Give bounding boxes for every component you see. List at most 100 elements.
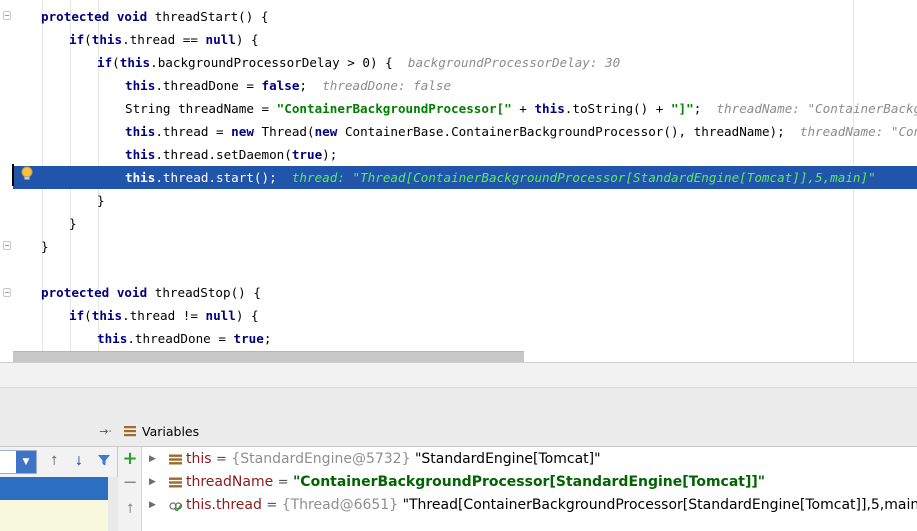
frames-scrollbar[interactable] <box>108 477 118 531</box>
code-line[interactable]: } <box>13 189 917 212</box>
code-token: .threadDone = <box>155 78 262 93</box>
expand-arrow-icon[interactable]: ▶ <box>149 471 156 494</box>
code-line[interactable] <box>13 258 917 281</box>
editor-horizontal-scrollbar[interactable] <box>13 351 524 362</box>
code-line[interactable]: protected void threadStop() { <box>13 281 917 304</box>
code-token: if <box>97 55 113 70</box>
code-text: if(this.thread == null) { <box>69 28 259 51</box>
variable-text: this = {StandardEngine@5732} "StandardEn… <box>186 448 601 471</box>
variable-type: {Thread@6651} <box>281 497 399 513</box>
code-token: if <box>69 32 85 47</box>
variable-row[interactable]: ▶ this.thread = {Thread@6651} "Thread[Con… <box>142 494 917 517</box>
variable-equals: = <box>266 498 278 513</box>
code-editor[interactable]: protected void threadStart() {if(this.th… <box>0 0 917 362</box>
variable-row[interactable]: ▶ threadName = "ContainerBackgroundProces… <box>142 471 917 494</box>
thread-selector[interactable]: ▼ <box>0 450 37 474</box>
code-token: } <box>97 193 105 208</box>
variables-pane: Variables + − ⭡ ▶ this = {StandardEngine@… <box>118 416 917 531</box>
code-token: ContainerBase.ContainerBackgroundProcess… <box>344 124 785 139</box>
lightbulb-icon[interactable] <box>20 166 34 182</box>
code-token: ; <box>263 331 272 346</box>
code-text: } <box>69 212 77 235</box>
minus-icon[interactable]: − <box>121 474 139 492</box>
code-text: this.thread = new Thread(new ContainerBa… <box>125 120 917 143</box>
arrow-up-icon[interactable]: ⭡ <box>45 453 63 471</box>
variable-value: "ContainerBackgroundProcessor[StandardEn… <box>293 474 766 490</box>
code-token: ) { <box>235 308 259 323</box>
code-token: + <box>511 101 535 116</box>
variable-value: "Thread[ContainerBackgroundProcessor[Sta… <box>402 497 917 513</box>
code-token: true <box>233 331 264 346</box>
code-text: this.threadDone = true; <box>97 327 271 350</box>
code-token: .thread.start(); <box>155 170 277 185</box>
code-line[interactable]: this.thread = new Thread(new ContainerBa… <box>13 120 917 143</box>
inline-debug-value: threadDone: false <box>322 78 452 93</box>
code-text: protected void threadStop() { <box>41 281 261 304</box>
debug-panel: →⋅ ▼ ⭡ ⭣ Variables + − ⭡ ▶ this = {Standa… <box>0 416 917 531</box>
frame-row-selected[interactable] <box>0 477 108 500</box>
code-token: if <box>69 308 85 323</box>
variables-title: Variables <box>142 424 200 439</box>
code-line[interactable]: } <box>13 235 917 258</box>
code-token: .thread == <box>122 32 206 47</box>
arrow-up-icon[interactable]: ⭡ <box>121 501 139 519</box>
code-line-current[interactable]: this.thread.start(); thread: "Thread[Con… <box>13 166 917 189</box>
code-token: Thread( <box>261 124 315 139</box>
inline-debug-value: thread: "Thread[ContainerBackgroundProce… <box>291 170 876 185</box>
code-text: if(this.backgroundProcessorDelay > 0) { … <box>97 51 620 74</box>
code-line[interactable]: if(this.thread == null) { <box>13 28 917 51</box>
code-text: protected void threadStart() { <box>41 5 268 28</box>
variables-toolbar: + − ⭡ <box>118 447 142 531</box>
code-token: this <box>119 55 151 70</box>
code-token: ( <box>84 32 92 47</box>
code-text: this.thread.start(); thread: "Thread[Con… <box>125 166 876 189</box>
variable-row[interactable]: ▶ this = {StandardEngine@5732} "StandardE… <box>142 448 917 471</box>
code-line[interactable]: } <box>13 212 917 235</box>
code-line[interactable]: this.thread.setDaemon(true); <box>13 143 917 166</box>
filter-icon[interactable] <box>95 453 113 471</box>
code-token: .toString() + <box>564 101 671 116</box>
code-token: new <box>231 124 262 139</box>
expand-arrow-icon[interactable]: ▶ <box>149 448 156 471</box>
code-line[interactable]: protected void threadStart() { <box>13 5 917 28</box>
code-token: ); <box>322 147 338 162</box>
code-token: void <box>116 285 155 300</box>
code-token: protected <box>41 285 117 300</box>
code-token: ) { <box>235 32 259 47</box>
code-token: this <box>125 147 156 162</box>
frames-pane: →⋅ ▼ ⭡ ⭣ <box>0 416 118 531</box>
code-token: new <box>314 124 345 139</box>
plus-icon[interactable]: + <box>121 450 139 468</box>
variable-name: threadName <box>186 474 274 490</box>
code-token: this <box>125 78 156 93</box>
pin-icon[interactable]: →⋅ <box>99 425 112 438</box>
frame-row[interactable] <box>0 500 108 531</box>
fold-marker[interactable] <box>3 288 11 297</box>
code-text: String threadName = "ContainerBackground… <box>125 97 917 120</box>
code-token: this <box>125 170 156 185</box>
code-token: ; <box>299 78 308 93</box>
fold-marker[interactable] <box>3 241 11 250</box>
variable-type: {StandardEngine@5732} <box>231 451 411 467</box>
variables-header: Variables <box>118 416 917 447</box>
expand-arrow-icon[interactable]: ▶ <box>149 494 156 517</box>
code-token: .thread.setDaemon( <box>155 147 292 162</box>
inline-debug-value: threadName: "ContainerBackgroundPro <box>716 101 917 116</box>
code-line[interactable]: this.threadDone = false; threadDone: fal… <box>13 74 917 97</box>
code-line[interactable]: String threadName = "ContainerBackground… <box>13 97 917 120</box>
code-line[interactable]: if(this.thread != null) { <box>13 304 917 327</box>
code-token: null <box>205 32 236 47</box>
chevron-down-icon[interactable]: ▼ <box>16 451 36 473</box>
code-token: .backgroundProcessorDelay > 0) { <box>150 55 393 70</box>
code-line[interactable]: if(this.backgroundProcessorDelay > 0) { … <box>13 51 917 74</box>
field-icon <box>169 454 182 465</box>
code-token: String threadName = <box>125 101 277 116</box>
variable-equals: = <box>277 475 289 490</box>
code-line[interactable]: this.threadDone = true; <box>13 327 917 350</box>
fold-marker[interactable] <box>3 11 11 20</box>
arrow-down-icon[interactable]: ⭣ <box>70 453 88 471</box>
code-token: ( <box>84 308 92 323</box>
code-token: "]" <box>670 101 694 116</box>
inline-debug-value: backgroundProcessorDelay: 30 <box>407 55 621 70</box>
text-caret <box>12 164 14 186</box>
